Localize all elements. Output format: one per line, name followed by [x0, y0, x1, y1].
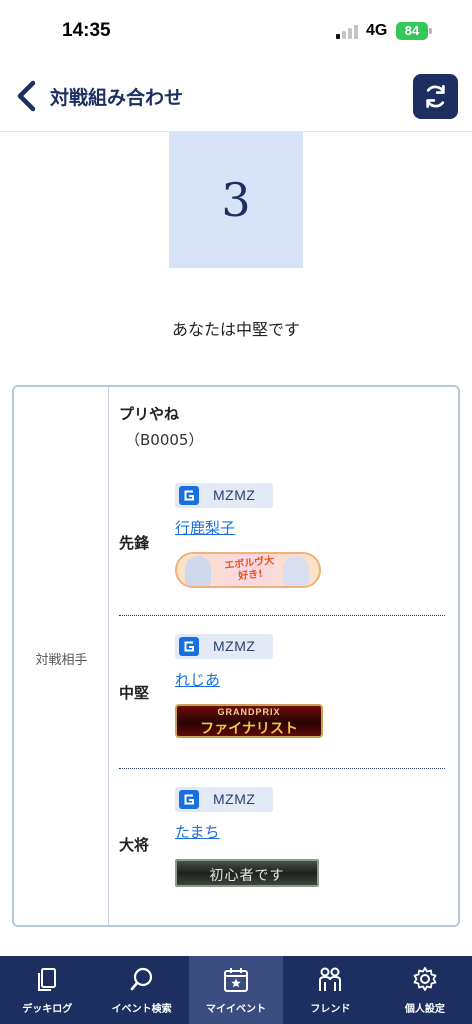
badge-text: ファイナリスト — [200, 721, 298, 737]
team-chip: MZMZ — [175, 483, 273, 508]
tab-label: デッキログ — [22, 1004, 73, 1015]
battery-tip — [429, 28, 432, 34]
refresh-icon — [426, 85, 445, 108]
member-row-chuken: 中堅 MZMZ れじあ GRANDPRIX ファイナリスト — [119, 634, 445, 769]
opponent-team-code: （B0005） — [125, 431, 204, 449]
order-number-box: 3 — [169, 132, 303, 268]
status-time: 14:35 — [62, 20, 111, 41]
refresh-button[interactable] — [413, 74, 458, 119]
team-icon — [179, 790, 199, 809]
tab-deck-log[interactable]: デッキログ — [0, 956, 94, 1024]
player-badge: 初心者です — [175, 859, 319, 887]
tab-label: イベント検索 — [111, 1004, 172, 1015]
gear-icon — [413, 967, 437, 991]
status-bar: 14:35 4G 84 — [0, 0, 472, 62]
battery-icon: 84 — [396, 22, 428, 40]
tab-my-event[interactable]: マイイベント — [188, 956, 284, 1024]
member-role: 先鋒 — [119, 534, 150, 552]
player-link[interactable]: 行鹿梨子 — [175, 517, 235, 538]
badge-subtext: GRANDPRIX — [217, 707, 281, 717]
character-portrait — [185, 556, 211, 586]
player-badge: エボルヴ大好き! — [175, 552, 321, 588]
member-row-senpo: 先鋒 MZMZ 行鹿梨子 エボルヴ大好き! — [119, 482, 445, 616]
player-link[interactable]: たまち — [175, 821, 220, 842]
badge-text: 初心者です — [209, 868, 285, 884]
team-chip-label: MZMZ — [213, 487, 256, 503]
opponent-label: 対戦相手 — [35, 653, 88, 668]
tab-friend[interactable]: フレンド — [283, 956, 377, 1024]
team-chip-label: MZMZ — [213, 638, 256, 654]
opponent-table: 対戦相手 プリやね （B0005） 先鋒 MZMZ 行鹿梨子 エボルヴ大好き! … — [12, 385, 460, 927]
tab-label: 個人設定 — [404, 1004, 445, 1015]
deck-icon — [38, 968, 57, 991]
friends-icon — [319, 967, 342, 991]
team-icon — [179, 486, 199, 505]
character-portrait — [283, 556, 309, 586]
badge-text: エボルヴ大好き! — [223, 555, 275, 583]
member-row-taisho: 大将 MZMZ たまち 初心者です — [119, 787, 445, 897]
tab-label: マイイベント — [206, 1004, 267, 1015]
header: 対戦組み合わせ — [0, 62, 472, 132]
member-role: 大将 — [119, 836, 150, 854]
team-chip: MZMZ — [175, 634, 273, 659]
network-type: 4G — [366, 22, 388, 39]
member-role: 中堅 — [119, 684, 150, 702]
signal-icon — [336, 25, 360, 39]
calendar-star-icon — [224, 968, 249, 992]
tab-label: フレンド — [310, 1004, 351, 1015]
order-number: 3 — [221, 173, 251, 227]
player-badge: GRANDPRIX ファイナリスト — [175, 704, 323, 738]
tab-event-search[interactable]: イベント検索 — [94, 956, 188, 1024]
team-chip-label: MZMZ — [213, 791, 256, 807]
opponent-team-name: プリやね — [119, 405, 180, 423]
search-icon — [130, 967, 152, 991]
page-title: 対戦組み合わせ — [50, 87, 184, 109]
tab-bar: デッキログ イベント検索 マイイベント フレンド 個人設定 — [0, 956, 472, 1024]
team-icon — [179, 637, 199, 656]
opponent-label-cell: 対戦相手 — [14, 387, 109, 925]
chevron-left-icon[interactable] — [14, 79, 40, 113]
tab-settings[interactable]: 個人設定 — [378, 956, 472, 1024]
player-link[interactable]: れじあ — [175, 669, 220, 690]
position-message: あなたは中堅です — [171, 320, 300, 339]
team-chip: MZMZ — [175, 787, 273, 812]
